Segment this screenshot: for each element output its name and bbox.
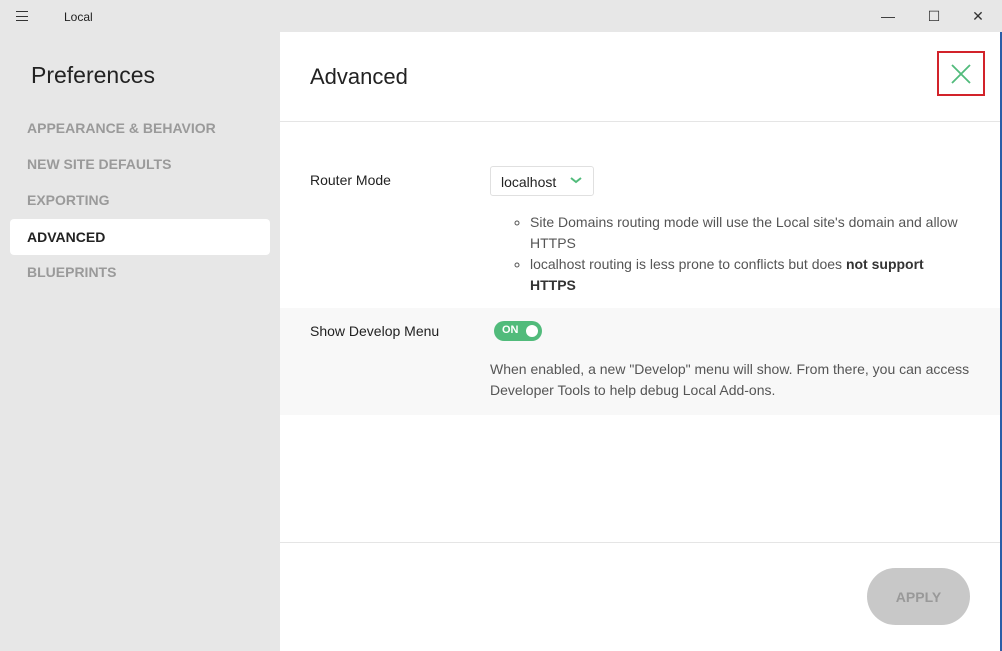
router-notes: Site Domains routing mode will use the L… xyxy=(530,212,970,296)
router-note: localhost routing is less prone to confl… xyxy=(530,254,970,296)
apply-button[interactable]: APPLY xyxy=(867,568,970,625)
app-title: Local xyxy=(64,10,93,24)
router-mode-select[interactable]: localhost xyxy=(490,166,594,196)
sidebar-item-appearance[interactable]: APPEARANCE & BEHAVIOR xyxy=(10,110,270,146)
develop-menu-toggle[interactable]: ON xyxy=(494,321,542,341)
sidebar-item-blueprints[interactable]: BLUEPRINTS xyxy=(10,254,270,290)
develop-menu-row: Show Develop Menu ON When enabled, a new… xyxy=(280,308,1000,415)
close-preferences-button[interactable] xyxy=(937,51,985,96)
router-mode-label: Router Mode xyxy=(310,172,391,188)
maximize-button[interactable]: ☐ xyxy=(911,0,957,32)
close-icon xyxy=(951,63,971,84)
page-title: Advanced xyxy=(310,64,408,89)
hamburger-menu-icon[interactable] xyxy=(16,11,28,21)
panel-header: Advanced xyxy=(280,32,1000,122)
sidebar: Preferences APPEARANCE & BEHAVIOR NEW SI… xyxy=(0,32,280,651)
toggle-knob xyxy=(526,325,538,337)
router-note: Site Domains routing mode will use the L… xyxy=(530,212,970,254)
chevron-down-icon xyxy=(570,177,582,184)
router-mode-value: localhost xyxy=(501,174,557,190)
sidebar-item-new-site-defaults[interactable]: NEW SITE DEFAULTS xyxy=(10,146,270,182)
router-note-text: localhost routing is less prone to confl… xyxy=(530,256,846,272)
toggle-state: ON xyxy=(502,324,519,336)
main-panel: Advanced Router Mode localhost Site Doma… xyxy=(280,32,1000,651)
minimize-button[interactable]: — xyxy=(865,0,911,32)
sidebar-item-exporting[interactable]: EXPORTING xyxy=(10,182,270,218)
footer-divider xyxy=(280,542,1000,543)
sidebar-title: Preferences xyxy=(31,62,156,88)
window-close-button[interactable]: ✕ xyxy=(955,0,1001,32)
develop-menu-description: When enabled, a new "Develop" menu will … xyxy=(490,361,970,398)
sidebar-item-advanced[interactable]: ADVANCED xyxy=(10,219,270,255)
title-bar: Local — ☐ ✕ xyxy=(0,0,1002,32)
develop-menu-label: Show Develop Menu xyxy=(310,323,440,339)
